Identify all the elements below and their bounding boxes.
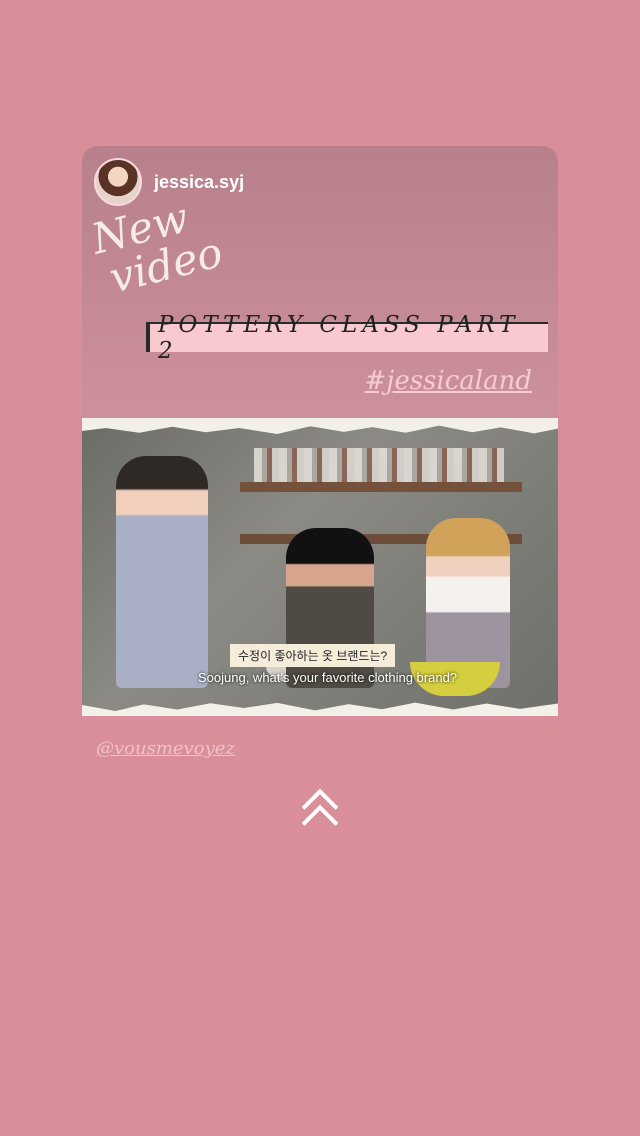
wooden-shelf <box>240 482 522 492</box>
swipe-up-button[interactable] <box>298 788 342 842</box>
person-left <box>116 456 208 688</box>
torn-paper-top <box>82 418 558 434</box>
torn-paper-bottom <box>82 702 558 716</box>
story-card: jessica.syj New video POTTERY CLASS PART… <box>82 146 558 730</box>
video-thumbnail[interactable]: 수정이 좋아하는 옷 브랜드는? Soojung, what's your fa… <box>82 418 558 716</box>
english-subtitle: Soojung, what's your favorite clothing b… <box>198 670 458 685</box>
avatar[interactable] <box>94 158 142 206</box>
hashtag-sticker[interactable]: #jessicaland <box>364 366 532 396</box>
korean-subtitle: 수정이 좋아하는 옷 브랜드는? <box>230 644 396 667</box>
mention-sticker[interactable]: @vousmevoyez <box>96 738 235 759</box>
pottery-class-title: POTTERY CLASS PART 2 <box>146 312 548 364</box>
username[interactable]: jessica.syj <box>154 172 244 193</box>
new-video-sticker: New video <box>87 190 228 303</box>
